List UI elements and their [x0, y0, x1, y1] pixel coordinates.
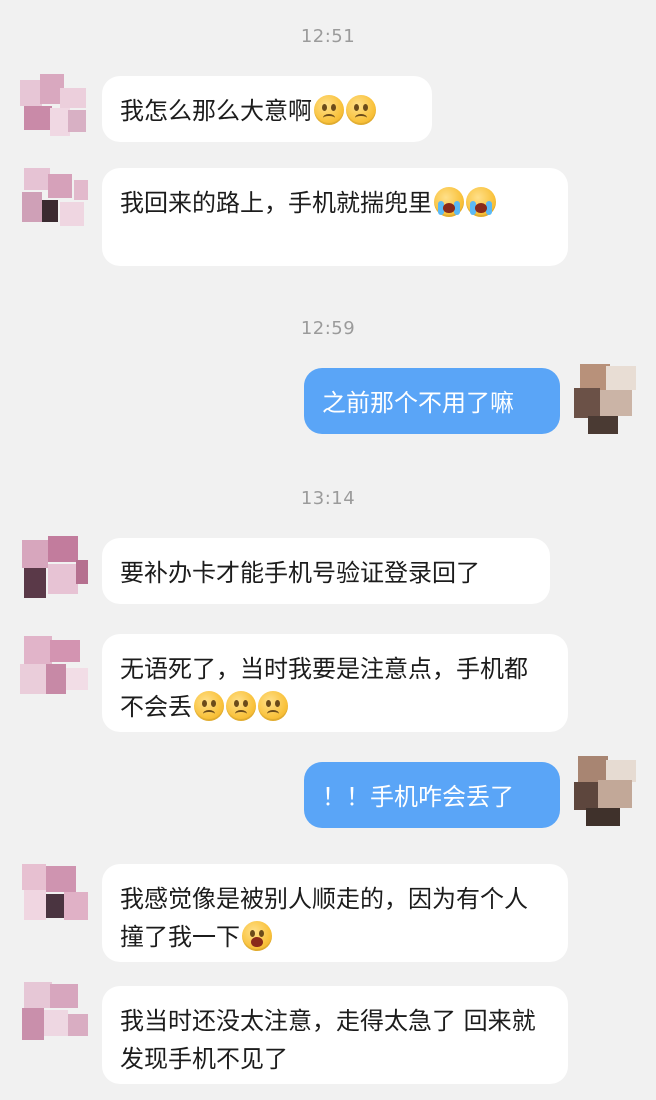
message-text: 要补办卡才能手机号验证登录回了 [120, 559, 480, 587]
avatar-image [14, 974, 96, 1056]
loudly-crying-face-icon [466, 187, 496, 217]
pleading-face-icon [346, 95, 376, 125]
message-text: 我感觉像是被别人顺走的，因为有个人撞了我一下 [120, 885, 528, 951]
contact-avatar[interactable] [14, 66, 96, 148]
contact-avatar[interactable] [14, 160, 96, 242]
timestamp: 12:59 [300, 318, 356, 339]
message-text: ！！手机咋会丢了 [322, 783, 514, 811]
message-text: 我怎么那么大意啊 [120, 97, 312, 125]
avatar-image [566, 750, 648, 832]
my-avatar[interactable] [566, 750, 648, 832]
pleading-face-icon [226, 691, 256, 721]
pleading-face-icon [314, 95, 344, 125]
message-bubble[interactable]: 我怎么那么大意啊 [102, 76, 432, 142]
message-bubble[interactable]: 要补办卡才能手机号验证登录回了 [102, 538, 550, 604]
timestamp: 13:14 [300, 488, 356, 509]
message-text: 无语死了，当时我要是注意点，手机都不会丢 [120, 655, 528, 721]
contact-avatar[interactable] [14, 974, 96, 1056]
pleading-face-icon [194, 691, 224, 721]
message-bubble-outgoing[interactable]: ！！手机咋会丢了 [304, 762, 560, 828]
timestamp: 12:51 [300, 26, 356, 47]
message-bubble-outgoing[interactable]: 之前那个不用了嘛 [304, 368, 560, 434]
message-text: 之前那个不用了嘛 [322, 389, 514, 417]
message-text: 我当时还没太注意，走得太急了 回来就发现手机不见了 [120, 1007, 536, 1073]
avatar-image [14, 856, 96, 938]
message-bubble[interactable]: 我回来的路上，手机就揣兜里 [102, 168, 568, 266]
avatar-image [566, 358, 648, 440]
message-bubble[interactable]: 我感觉像是被别人顺走的，因为有个人撞了我一下 [102, 864, 568, 962]
loudly-crying-face-icon [434, 187, 464, 217]
pleading-face-icon [258, 691, 288, 721]
contact-avatar[interactable] [14, 856, 96, 938]
my-avatar[interactable] [566, 358, 648, 440]
chat-view: 12:51 我怎么那么大意啊 我回来的路上，手机就揣兜里 12:59 之前那个不… [0, 0, 656, 1100]
avatar-image [14, 628, 96, 710]
avatar-image [14, 530, 96, 612]
avatar-image [14, 160, 96, 242]
contact-avatar[interactable] [14, 628, 96, 710]
contact-avatar[interactable] [14, 530, 96, 612]
tired-face-icon [242, 921, 272, 951]
message-text: 我回来的路上，手机就揣兜里 [120, 189, 432, 217]
message-bubble[interactable]: 无语死了，当时我要是注意点，手机都不会丢 [102, 634, 568, 732]
message-bubble[interactable]: 我当时还没太注意，走得太急了 回来就发现手机不见了 [102, 986, 568, 1084]
avatar-image [14, 66, 96, 148]
